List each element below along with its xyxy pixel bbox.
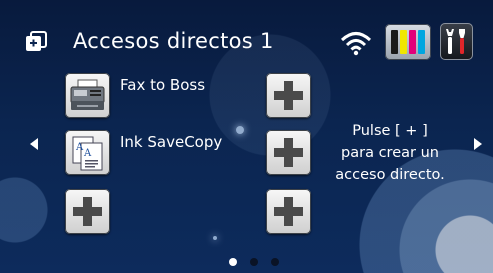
shortcut-label: Ink SaveCopy bbox=[120, 133, 223, 151]
page-title: Accesos directos 1 bbox=[73, 29, 274, 53]
copy-icon: A A bbox=[65, 130, 110, 175]
hint-line: para crear un bbox=[341, 145, 439, 161]
add-shortcut-button[interactable] bbox=[266, 130, 311, 175]
shortcut-fax-to-boss[interactable]: Fax to Boss bbox=[65, 73, 245, 121]
add-shortcut-button[interactable] bbox=[266, 189, 311, 234]
plus-icon bbox=[274, 81, 303, 110]
plus-icon bbox=[274, 197, 303, 226]
page-indicator-dot bbox=[229, 258, 237, 266]
fax-icon bbox=[65, 73, 110, 118]
plus-icon bbox=[274, 138, 303, 167]
page-right-arrow[interactable] bbox=[474, 138, 482, 150]
hint-line: acceso directo. bbox=[335, 167, 445, 183]
page-left-arrow[interactable] bbox=[30, 138, 38, 150]
ink-bar-yellow bbox=[400, 30, 407, 54]
page-indicator-dot bbox=[271, 258, 279, 266]
shortcut-ink-savecopy[interactable]: A A Ink SaveCopy bbox=[65, 130, 245, 178]
touchscreen: Accesos directos 1 Fax to Boss A A Ink S… bbox=[0, 0, 493, 273]
ink-bar-magenta bbox=[409, 30, 416, 54]
create-shortcut-hint: Pulse [ + ] para crear un acceso directo… bbox=[320, 120, 460, 186]
tools-icon bbox=[446, 29, 465, 54]
decor-dot bbox=[213, 236, 217, 240]
ink-bar-black bbox=[391, 30, 398, 54]
svg-text:A: A bbox=[83, 148, 92, 159]
ink-bar-cyan bbox=[418, 30, 425, 54]
shortcut-label: Fax to Boss bbox=[120, 76, 206, 94]
ink-icon bbox=[391, 30, 425, 54]
svg-text:A: A bbox=[75, 142, 84, 153]
shortcut-menu-icon[interactable] bbox=[25, 31, 47, 53]
page-indicator-dot bbox=[250, 258, 258, 266]
ink-button[interactable] bbox=[385, 24, 431, 60]
plus-icon bbox=[73, 197, 102, 226]
add-shortcut-button[interactable] bbox=[266, 73, 311, 118]
wifi-icon[interactable] bbox=[340, 30, 372, 56]
hint-line: Pulse [ + ] bbox=[352, 123, 428, 139]
add-shortcut-button[interactable] bbox=[65, 189, 110, 234]
tools-button[interactable] bbox=[440, 23, 473, 60]
